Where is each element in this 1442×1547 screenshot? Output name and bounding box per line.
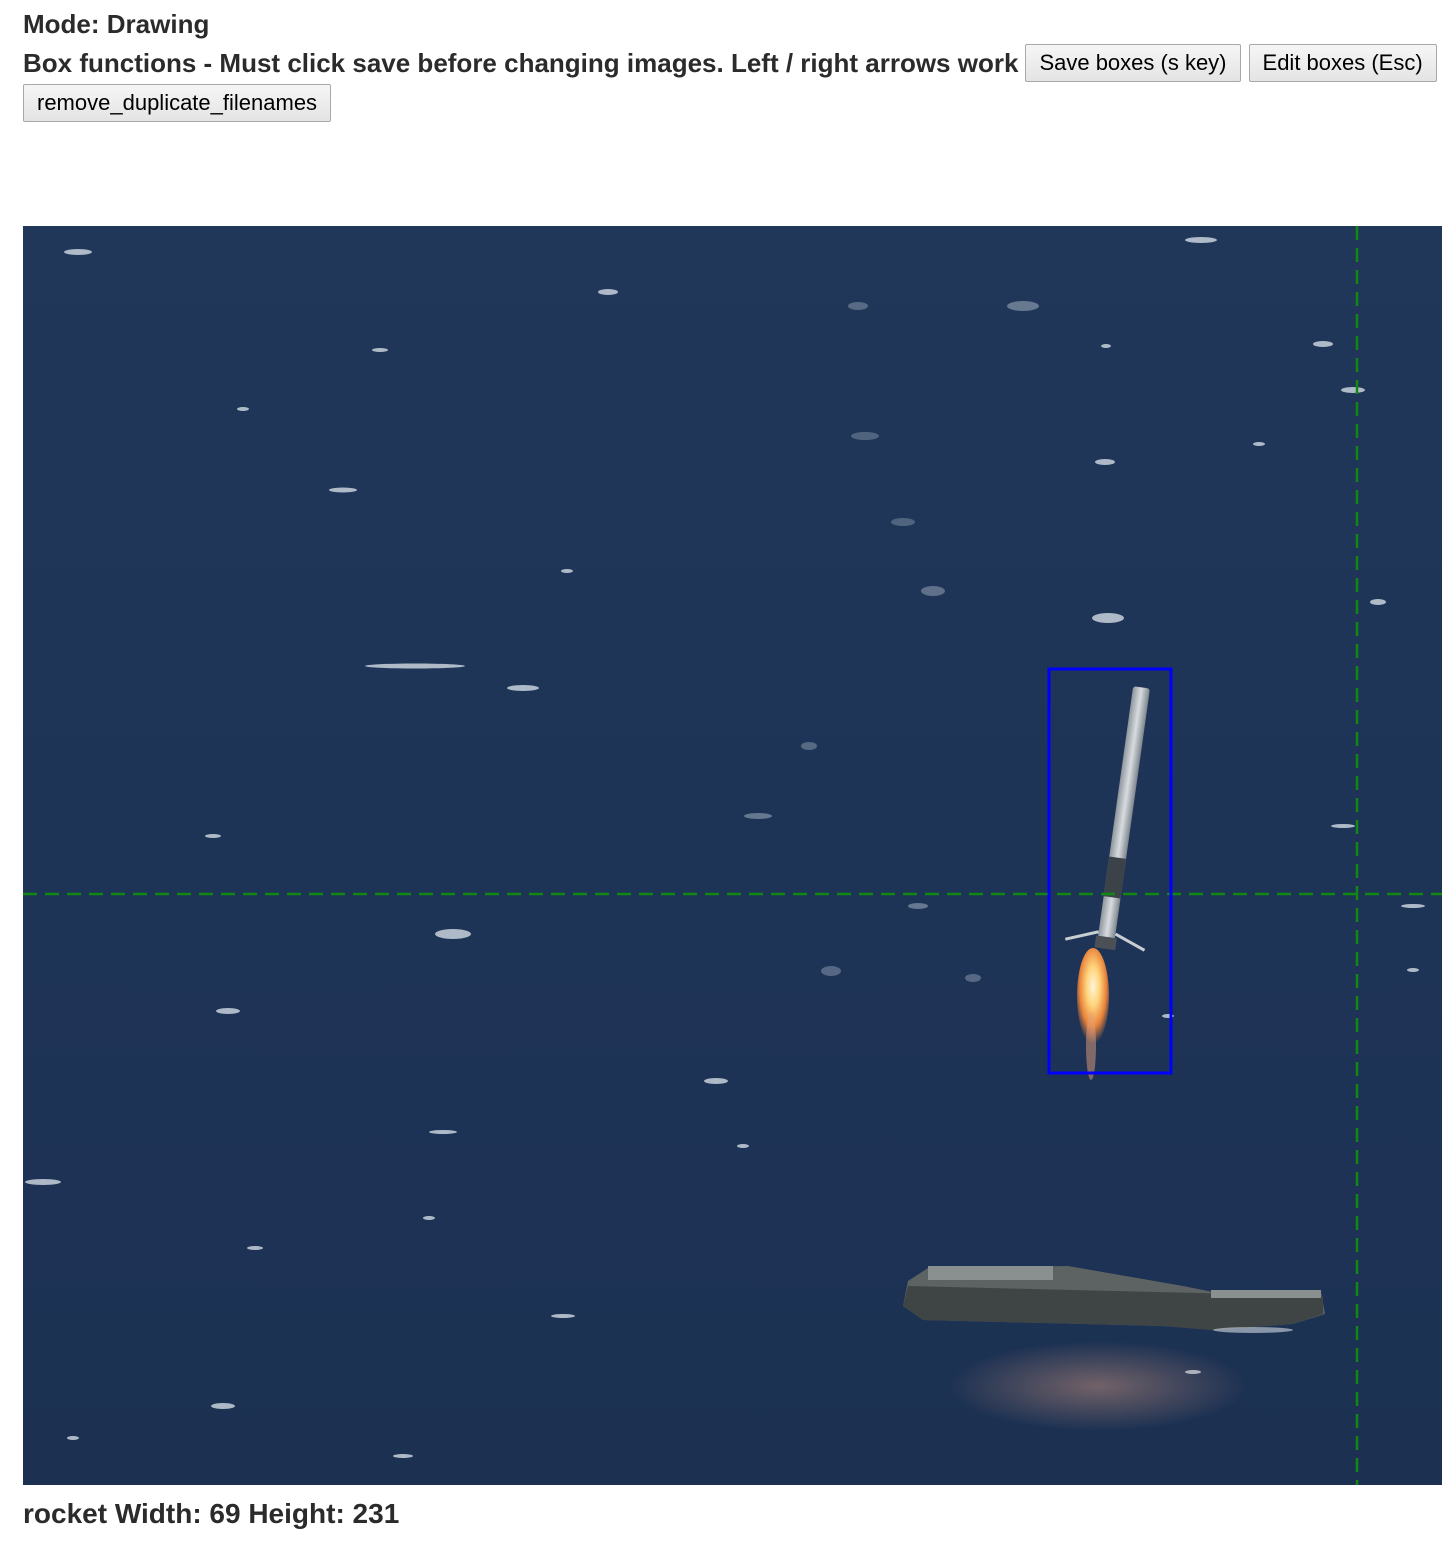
light-reflection [948, 1341, 1248, 1431]
remove-duplicate-filenames-button[interactable]: remove_duplicate_filenames [23, 84, 332, 122]
edit-boxes-button[interactable]: Edit boxes (Esc) [1248, 44, 1437, 82]
mode-label: Mode: Drawing [23, 9, 210, 39]
annotation-image [23, 226, 1442, 1485]
annotation-canvas[interactable] [23, 226, 1442, 1485]
box-size-status: rocket Width: 69 Height: 231 [23, 1498, 400, 1529]
save-boxes-button[interactable]: Save boxes (s key) [1025, 44, 1241, 82]
annotation-tool-page: Mode: Drawing Box functions - Must click… [0, 0, 1442, 1547]
box-functions-bar: Box functions - Must click save before c… [23, 44, 1442, 82]
secondary-toolbar: remove_duplicate_filenames [23, 84, 339, 122]
box-functions-instructions: Box functions - Must click save before c… [23, 47, 1019, 78]
